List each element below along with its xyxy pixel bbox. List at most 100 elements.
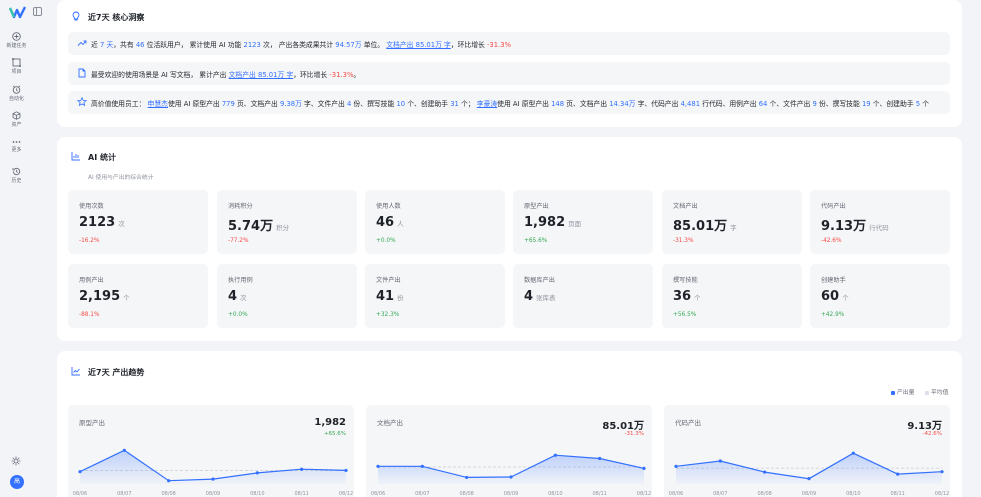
stat-unit: 个 <box>842 294 849 302</box>
data-point[interactable] <box>465 475 469 480</box>
stat-unit: 个 <box>694 294 701 302</box>
stat-value: 46 人 <box>376 215 404 230</box>
data-point[interactable] <box>940 470 944 474</box>
stat-label: 使用次数 <box>79 203 104 210</box>
trend-up-icon <box>77 40 87 46</box>
data-point[interactable] <box>122 448 126 452</box>
legend-swatch <box>891 390 895 395</box>
stat-card: 数据库产出 4 张库表 <box>513 264 653 328</box>
data-point[interactable] <box>553 453 557 457</box>
stat-unit: 张库表 <box>536 294 556 302</box>
sidebar-item-more[interactable]: 更多 <box>0 139 33 153</box>
avatar[interactable]: 高 <box>10 475 24 489</box>
stat-change: +0.0% <box>228 312 248 318</box>
cube-icon <box>12 111 21 120</box>
stat-unit: 字 <box>730 224 737 232</box>
x-tick-label: 08/11 <box>592 491 606 497</box>
data-point[interactable] <box>78 470 82 474</box>
logo-icon <box>9 6 26 19</box>
stat-card: 用例产出 2,195 个 -88.1% <box>68 264 208 328</box>
stat-value: 1,982 页面 <box>524 215 582 230</box>
stat-label: 使用人数 <box>376 203 401 210</box>
x-tick-label: 08/08 <box>459 491 473 497</box>
data-point[interactable] <box>807 477 811 481</box>
stat-unit: 行代码 <box>869 224 889 232</box>
x-tick-label: 08/09 <box>504 491 518 497</box>
x-tick-label: 08/06 <box>73 491 87 497</box>
insight-text: 高价值使用员工： 申慧杰使用 AI 原型产出 779 页、文档产出 9.38万 … <box>91 100 929 108</box>
stat-unit: 次 <box>240 294 247 302</box>
data-point[interactable] <box>420 464 424 468</box>
stat-card: 撰写技能 36 个 +56.5% <box>662 264 802 328</box>
stat-label: 代码产出 <box>821 203 846 210</box>
data-point[interactable] <box>642 466 646 470</box>
lightbulb-icon <box>72 11 80 21</box>
insight-row-employees: 高价值使用员工： 申慧杰使用 AI 原型产出 779 页、文档产出 9.38万 … <box>68 91 950 114</box>
x-tick-label: 08/11 <box>294 491 308 497</box>
employee-link[interactable]: 申慧杰 <box>148 100 168 108</box>
stat-value: 4次 <box>228 289 247 304</box>
stat-card: 消耗积分 5.74万 积分 -77.2% <box>217 190 357 254</box>
legend-output[interactable]: 产出量 <box>891 387 914 396</box>
stat-label: 创建助手 <box>821 277 846 284</box>
data-point[interactable] <box>167 479 171 483</box>
stat-change: -31.3% <box>673 238 694 244</box>
insight-text: 最受欢迎的使用场景是 AI 写文档， 累计产出 文档产出 85.01万 字，环比… <box>91 71 361 79</box>
sidebar-item-new-task[interactable]: 新建任务 <box>0 32 33 49</box>
data-point[interactable] <box>896 472 900 476</box>
employee-link[interactable]: 李豪涛 <box>477 100 497 108</box>
plus-circle-icon <box>12 32 21 41</box>
stat-value: 4 张库表 <box>524 289 556 304</box>
sidebar-item-history[interactable]: 历史 <box>0 167 33 184</box>
doc-output-link[interactable]: 文档产出 85.01万 字 <box>386 41 451 49</box>
stat-value: 5.74万 积分 <box>228 219 290 234</box>
data-point[interactable] <box>376 464 380 468</box>
data-point[interactable] <box>851 451 855 455</box>
stat-value: 41 份 <box>376 289 404 304</box>
data-point[interactable] <box>718 459 722 463</box>
stat-value: 2,195 个 <box>79 289 130 304</box>
data-point[interactable] <box>674 464 678 468</box>
stat-card: 文档产出 85.01万字 -31.3% <box>662 190 802 254</box>
stat-label: 用例产出 <box>79 277 104 284</box>
stat-label: 原型产出 <box>524 203 549 210</box>
x-tick-label: 08/08 <box>757 491 771 497</box>
legend-average[interactable]: 平均值 <box>925 387 948 396</box>
sidebar-item-label: 自动化 <box>8 96 24 102</box>
data-point[interactable] <box>509 475 513 479</box>
stat-card: 代码产出 9.13万 行代码 -42.6% <box>810 190 950 254</box>
bar-chart-icon <box>71 152 80 161</box>
data-point[interactable] <box>211 477 215 481</box>
stat-value: 85.01万字 <box>673 219 737 234</box>
ai-stats-title: AI 统计 <box>88 153 116 162</box>
alarm-icon <box>12 85 21 94</box>
sidebar-collapse-icon[interactable] <box>33 7 42 16</box>
line-chart-icon <box>71 367 80 376</box>
x-tick-label: 08/07 <box>713 491 727 497</box>
data-point[interactable] <box>344 468 348 473</box>
chart-svg: 08/06 08/07 08/08 08/09 08/10 08/11 08/12 <box>73 448 353 497</box>
sun-icon[interactable] <box>11 456 21 466</box>
chart-svg: 08/06 08/07 08/08 08/09 08/10 08/11 08/12 <box>669 451 949 497</box>
sidebar-item-assets[interactable]: 资产 <box>0 111 33 128</box>
stat-label: 数据库产出 <box>524 277 555 284</box>
insight-row-summary: 近 7 天，共有 46 位活跃用户， 累计使用 AI 功能 2123 次， 产出… <box>68 32 950 55</box>
star-icon <box>77 97 87 107</box>
data-point[interactable] <box>255 471 259 475</box>
sidebar-item-project[interactable]: 项目 <box>0 58 33 75</box>
data-point[interactable] <box>598 456 602 461</box>
insights-title: 近7天 核心洞察 <box>88 13 145 22</box>
doc-output-link[interactable]: 文档产出 85.01万 字 <box>229 71 294 79</box>
sidebar-item-automation[interactable]: 自动化 <box>0 85 33 102</box>
insight-row-scenario: 最受欢迎的使用场景是 AI 写文档， 累计产出 文档产出 85.01万 字，环比… <box>68 62 950 85</box>
x-tick-label: 08/06 <box>371 491 385 497</box>
x-tick-label: 08/11 <box>890 491 904 497</box>
stat-value: 9.13万 行代码 <box>821 219 889 234</box>
data-point[interactable] <box>763 470 767 474</box>
stat-unit: 次 <box>118 220 125 228</box>
stat-card: 原型产出 1,982 页面 +65.6% <box>513 190 653 254</box>
stat-card: 使用次数 2123 次 -16.2% <box>68 190 208 254</box>
stat-label: 执行用例 <box>228 277 253 284</box>
data-point[interactable] <box>300 467 304 471</box>
stat-change: +32.3% <box>376 312 400 318</box>
